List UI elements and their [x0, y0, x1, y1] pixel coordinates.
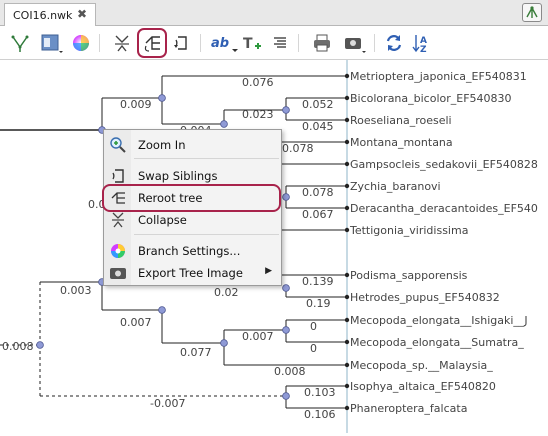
menu-item-label: Collapse — [138, 213, 187, 227]
label-format-icon[interactable]: ab — [210, 31, 238, 55]
branch-label: 0 — [310, 320, 317, 333]
tab-bar: COI16.nwk ✖ — [0, 0, 548, 26]
collapse-icon[interactable] — [112, 31, 132, 55]
menu-item-label: Swap Siblings — [138, 169, 218, 183]
branch-label: 0.023 — [242, 108, 274, 121]
add-label-icon[interactable]: T — [242, 31, 262, 55]
menu-item-export-tree-image[interactable]: Export Tree Image ▶ — [105, 262, 280, 284]
leaf-label: Hetrodes_pupus_EF540832 — [350, 291, 500, 304]
branch-label: 0.078 — [282, 142, 314, 155]
swap-siblings-icon — [112, 169, 124, 183]
menu-item-label: Branch Settings... — [138, 244, 241, 258]
branch-label: 0.139 — [302, 275, 334, 288]
branch-label: 0.008 — [274, 365, 306, 378]
leaf-label: Montana_montana — [350, 136, 453, 149]
branch-label: 0.003 — [60, 284, 92, 297]
menu-item-branch-settings[interactable]: Branch Settings... — [105, 240, 280, 262]
leaf-label: Gampsocleis_sedakovii_EF540828 — [350, 158, 538, 171]
menu-item-label: Zoom In — [138, 138, 186, 152]
svg-text:ab: ab — [211, 36, 229, 51]
collapse-icon — [112, 212, 124, 228]
leaf-label: Mecopoda_elongata__Sumatra_ — [350, 336, 524, 349]
branch-label: 0.067 — [302, 208, 334, 221]
reroot-tree-highlight — [137, 28, 167, 58]
branch-label: 0.045 — [302, 120, 334, 133]
branch-label: 0.076 — [242, 76, 274, 89]
sort-az-icon[interactable]: A Z — [412, 31, 432, 55]
branch-label: -0.007 — [150, 397, 185, 410]
layout-menu-icon[interactable] — [40, 31, 64, 55]
zoom-in-icon — [110, 137, 126, 153]
branch-label: 0.078 — [302, 186, 334, 199]
leaf-label: Tettigonia_viridissima — [349, 224, 468, 237]
branch-label: 0.008 — [2, 340, 34, 353]
leaf-label: Bicolorana_bicolor_EF540830 — [350, 92, 512, 105]
reroot-menu-highlight — [102, 184, 281, 212]
leaf-label: Mecopoda_sp.__Malaysia_ — [350, 359, 493, 372]
branch-label: 0.009 — [120, 98, 152, 111]
branch-label: 0 — [310, 342, 317, 355]
swap-siblings-icon[interactable] — [172, 31, 192, 55]
leaf-label: Isophya_altaica_EF540820 — [350, 380, 496, 393]
tab-coi16[interactable]: COI16.nwk ✖ — [4, 3, 96, 26]
leaf-label: Mecopoda_elongata__Ishigaki__J — [350, 314, 528, 327]
leaf-label: Podisma_sapporensis — [350, 269, 468, 282]
export-image-icon — [110, 268, 126, 279]
leaf-label: Phaneroptera_falcata — [350, 402, 467, 415]
refresh-icon[interactable] — [384, 31, 404, 55]
svg-text:Z: Z — [420, 45, 427, 55]
branch-label: 0.02 — [214, 286, 239, 299]
branch-label: 0.007 — [242, 330, 274, 343]
branch-label: 0.077 — [180, 346, 212, 359]
leaf-label: Zychia_baranovi — [350, 180, 441, 193]
leaf-label: Deracantha_deracantoides_EF540 — [350, 202, 538, 215]
print-icon[interactable] — [312, 31, 332, 55]
menu-item-collapse[interactable]: Collapse — [105, 209, 280, 231]
branch-label: 0.103 — [304, 386, 336, 399]
color-wheel-icon — [111, 244, 125, 258]
tab-title: COI16.nwk — [13, 9, 73, 22]
submenu-arrow-icon: ▶ — [265, 266, 272, 276]
color-wheel-icon[interactable] — [71, 31, 91, 55]
toolbar: ab T A Z — [0, 26, 548, 60]
align-icon[interactable] — [272, 31, 288, 55]
branch-label: 0.007 — [120, 316, 152, 329]
tree-icon — [526, 6, 538, 18]
branch-label: 0.106 — [304, 408, 336, 421]
close-icon[interactable]: ✖ — [77, 7, 87, 21]
menu-item-label: Export Tree Image — [138, 266, 243, 280]
leaf-label: Roeseliana_roeseli — [350, 114, 452, 127]
export-image-icon[interactable] — [343, 31, 367, 55]
branch-label: 0.19 — [306, 297, 331, 310]
leaf-label: Metrioptera_japonica_EF540831 — [350, 70, 527, 83]
branch-label: 0.052 — [302, 98, 334, 111]
svg-text:T: T — [243, 36, 253, 52]
menu-item-zoom-in[interactable]: Zoom In — [105, 134, 280, 156]
tree-layout-icon[interactable] — [10, 31, 30, 55]
tree-view-corner-button[interactable] — [522, 3, 542, 22]
